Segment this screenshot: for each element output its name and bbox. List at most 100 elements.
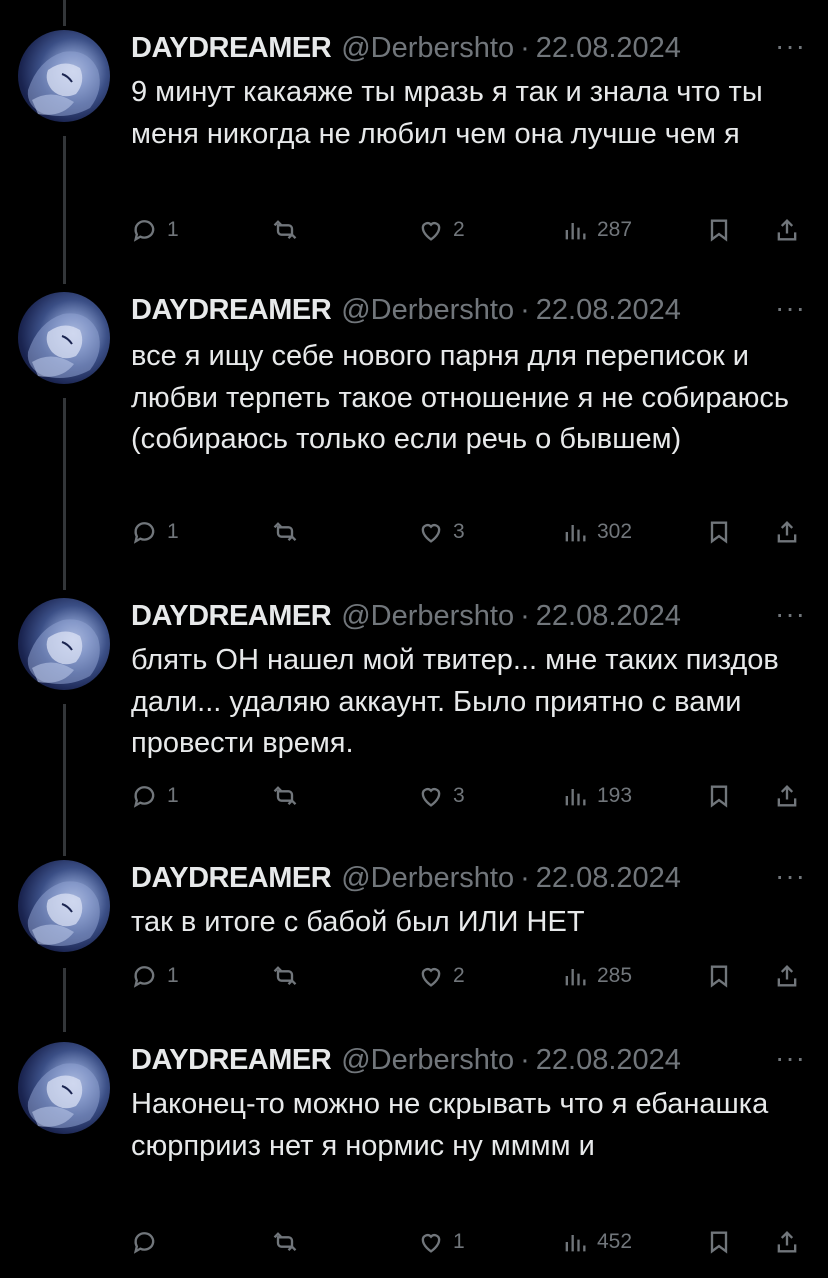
user-handle[interactable]: @Derbershto bbox=[341, 1044, 514, 1077]
user-handle[interactable]: @Derbershto bbox=[341, 294, 514, 327]
tweet-header: DAYDREAMER @Derbershto · 22.08.2024 bbox=[131, 294, 681, 330]
tweet-date[interactable]: 22.08.2024 bbox=[536, 600, 681, 633]
retweet-button[interactable] bbox=[271, 1224, 299, 1260]
avatar[interactable] bbox=[18, 1042, 110, 1134]
user-handle[interactable]: @Derbershto bbox=[341, 862, 514, 895]
separator-dot: · bbox=[520, 1044, 530, 1076]
thread-line bbox=[63, 704, 66, 856]
like-button[interactable]: 2 bbox=[417, 958, 465, 994]
tweet-header: DAYDREAMER @Derbershto · 22.08.2024 bbox=[131, 32, 681, 68]
separator-dot: · bbox=[520, 32, 530, 64]
like-button[interactable]: 3 bbox=[417, 514, 465, 550]
tweet-actions: 1 452 bbox=[131, 1224, 828, 1260]
views-count: 285 bbox=[597, 964, 633, 987]
avatar[interactable] bbox=[18, 598, 110, 690]
views-icon bbox=[565, 223, 586, 240]
views-button[interactable]: 285 bbox=[561, 958, 632, 994]
reply-button[interactable]: 1 bbox=[131, 958, 179, 994]
tweet-text: все я ищу себе нового парня для переписо… bbox=[131, 340, 789, 455]
reply-button[interactable]: 1 bbox=[131, 514, 179, 550]
tweet-actions: 1 2 285 bbox=[131, 958, 828, 994]
like-count: 2 bbox=[453, 218, 465, 241]
share-icon bbox=[777, 1231, 797, 1253]
tweet-text: 9 минут какаяже ты мразь я так и знала ч… bbox=[131, 76, 763, 150]
like-button[interactable]: 3 bbox=[417, 778, 465, 814]
separator-dot: · bbox=[520, 294, 530, 326]
display-name[interactable]: DAYDREAMER bbox=[131, 600, 332, 633]
bookmark-icon bbox=[710, 219, 728, 242]
reply-button[interactable]: 1 bbox=[131, 778, 179, 814]
views-count: 302 bbox=[597, 520, 633, 543]
views-button[interactable]: 193 bbox=[561, 778, 632, 814]
display-name[interactable]: DAYDREAMER bbox=[131, 294, 332, 327]
tweet-date[interactable]: 22.08.2024 bbox=[536, 1044, 681, 1077]
reply-button[interactable]: 1 bbox=[131, 212, 179, 248]
reply-icon bbox=[133, 220, 155, 242]
share-button[interactable] bbox=[773, 212, 801, 248]
views-icon bbox=[565, 525, 586, 542]
more-options-icon[interactable]: ··· bbox=[775, 1042, 806, 1074]
heart-icon bbox=[421, 524, 441, 543]
share-button[interactable] bbox=[773, 958, 801, 994]
thread-line bbox=[63, 0, 66, 26]
retweet-icon bbox=[273, 220, 297, 239]
user-handle[interactable]: @Derbershto bbox=[341, 32, 514, 65]
display-name[interactable]: DAYDREAMER bbox=[131, 862, 332, 895]
like-button[interactable]: 2 bbox=[417, 212, 465, 248]
avatar[interactable] bbox=[18, 860, 110, 952]
share-button[interactable] bbox=[773, 514, 801, 550]
share-icon bbox=[777, 965, 797, 987]
more-options-icon[interactable]: ··· bbox=[775, 30, 806, 62]
bookmark-button[interactable] bbox=[705, 514, 733, 550]
more-options-icon[interactable]: ··· bbox=[775, 860, 806, 892]
like-count: 2 bbox=[453, 964, 465, 987]
retweet-button[interactable] bbox=[271, 958, 299, 994]
retweet-icon bbox=[273, 966, 297, 985]
views-button[interactable]: 287 bbox=[561, 212, 632, 248]
views-icon bbox=[565, 789, 586, 806]
reply-button[interactable] bbox=[131, 1224, 167, 1260]
reply-icon bbox=[133, 1232, 155, 1254]
more-options-icon[interactable]: ··· bbox=[775, 598, 806, 630]
thread-line bbox=[63, 136, 66, 284]
avatar-image bbox=[27, 881, 100, 946]
avatar[interactable] bbox=[18, 30, 110, 122]
tweet-actions: 1 3 302 bbox=[131, 514, 828, 550]
like-count: 3 bbox=[453, 520, 465, 543]
views-button[interactable]: 452 bbox=[561, 1224, 632, 1260]
retweet-button[interactable] bbox=[271, 778, 299, 814]
display-name[interactable]: DAYDREAMER bbox=[131, 1044, 332, 1077]
more-options-icon[interactable]: ··· bbox=[775, 292, 806, 324]
tweet-text: блять ОН нашел мой твитер... мне таких п… bbox=[131, 644, 779, 759]
avatar[interactable] bbox=[18, 292, 110, 384]
views-button[interactable]: 302 bbox=[561, 514, 632, 550]
reply-icon bbox=[133, 786, 155, 808]
avatar-image bbox=[27, 313, 100, 378]
bookmark-button[interactable] bbox=[705, 778, 733, 814]
tweet-date[interactable]: 22.08.2024 bbox=[536, 32, 681, 65]
reply-icon bbox=[133, 522, 155, 544]
like-button[interactable]: 1 bbox=[417, 1224, 465, 1260]
share-button[interactable] bbox=[773, 1224, 801, 1260]
reply-count: 1 bbox=[167, 784, 179, 807]
retweet-icon bbox=[273, 1232, 297, 1251]
bookmark-button[interactable] bbox=[705, 1224, 733, 1260]
retweet-button[interactable] bbox=[271, 212, 299, 248]
tweet-text: Наконец-то можно не скрывать что я ебана… bbox=[131, 1088, 769, 1162]
bookmark-icon bbox=[710, 1231, 728, 1254]
tweet-header: DAYDREAMER @Derbershto · 22.08.2024 bbox=[131, 1044, 681, 1080]
retweet-button[interactable] bbox=[271, 514, 299, 550]
thread-line bbox=[63, 398, 66, 590]
display-name[interactable]: DAYDREAMER bbox=[131, 32, 332, 65]
user-handle[interactable]: @Derbershto bbox=[341, 600, 514, 633]
tweet-text: так в итоге с бабой был ИЛИ НЕТ bbox=[131, 906, 585, 938]
share-button[interactable] bbox=[773, 778, 801, 814]
bookmark-button[interactable] bbox=[705, 212, 733, 248]
separator-dot: · bbox=[520, 600, 530, 632]
tweet-header: DAYDREAMER @Derbershto · 22.08.2024 bbox=[131, 862, 681, 898]
tweet-date[interactable]: 22.08.2024 bbox=[536, 294, 681, 327]
bookmark-button[interactable] bbox=[705, 958, 733, 994]
avatar-image bbox=[27, 619, 100, 684]
tweet-date[interactable]: 22.08.2024 bbox=[536, 862, 681, 895]
thread-line bbox=[63, 968, 66, 1032]
